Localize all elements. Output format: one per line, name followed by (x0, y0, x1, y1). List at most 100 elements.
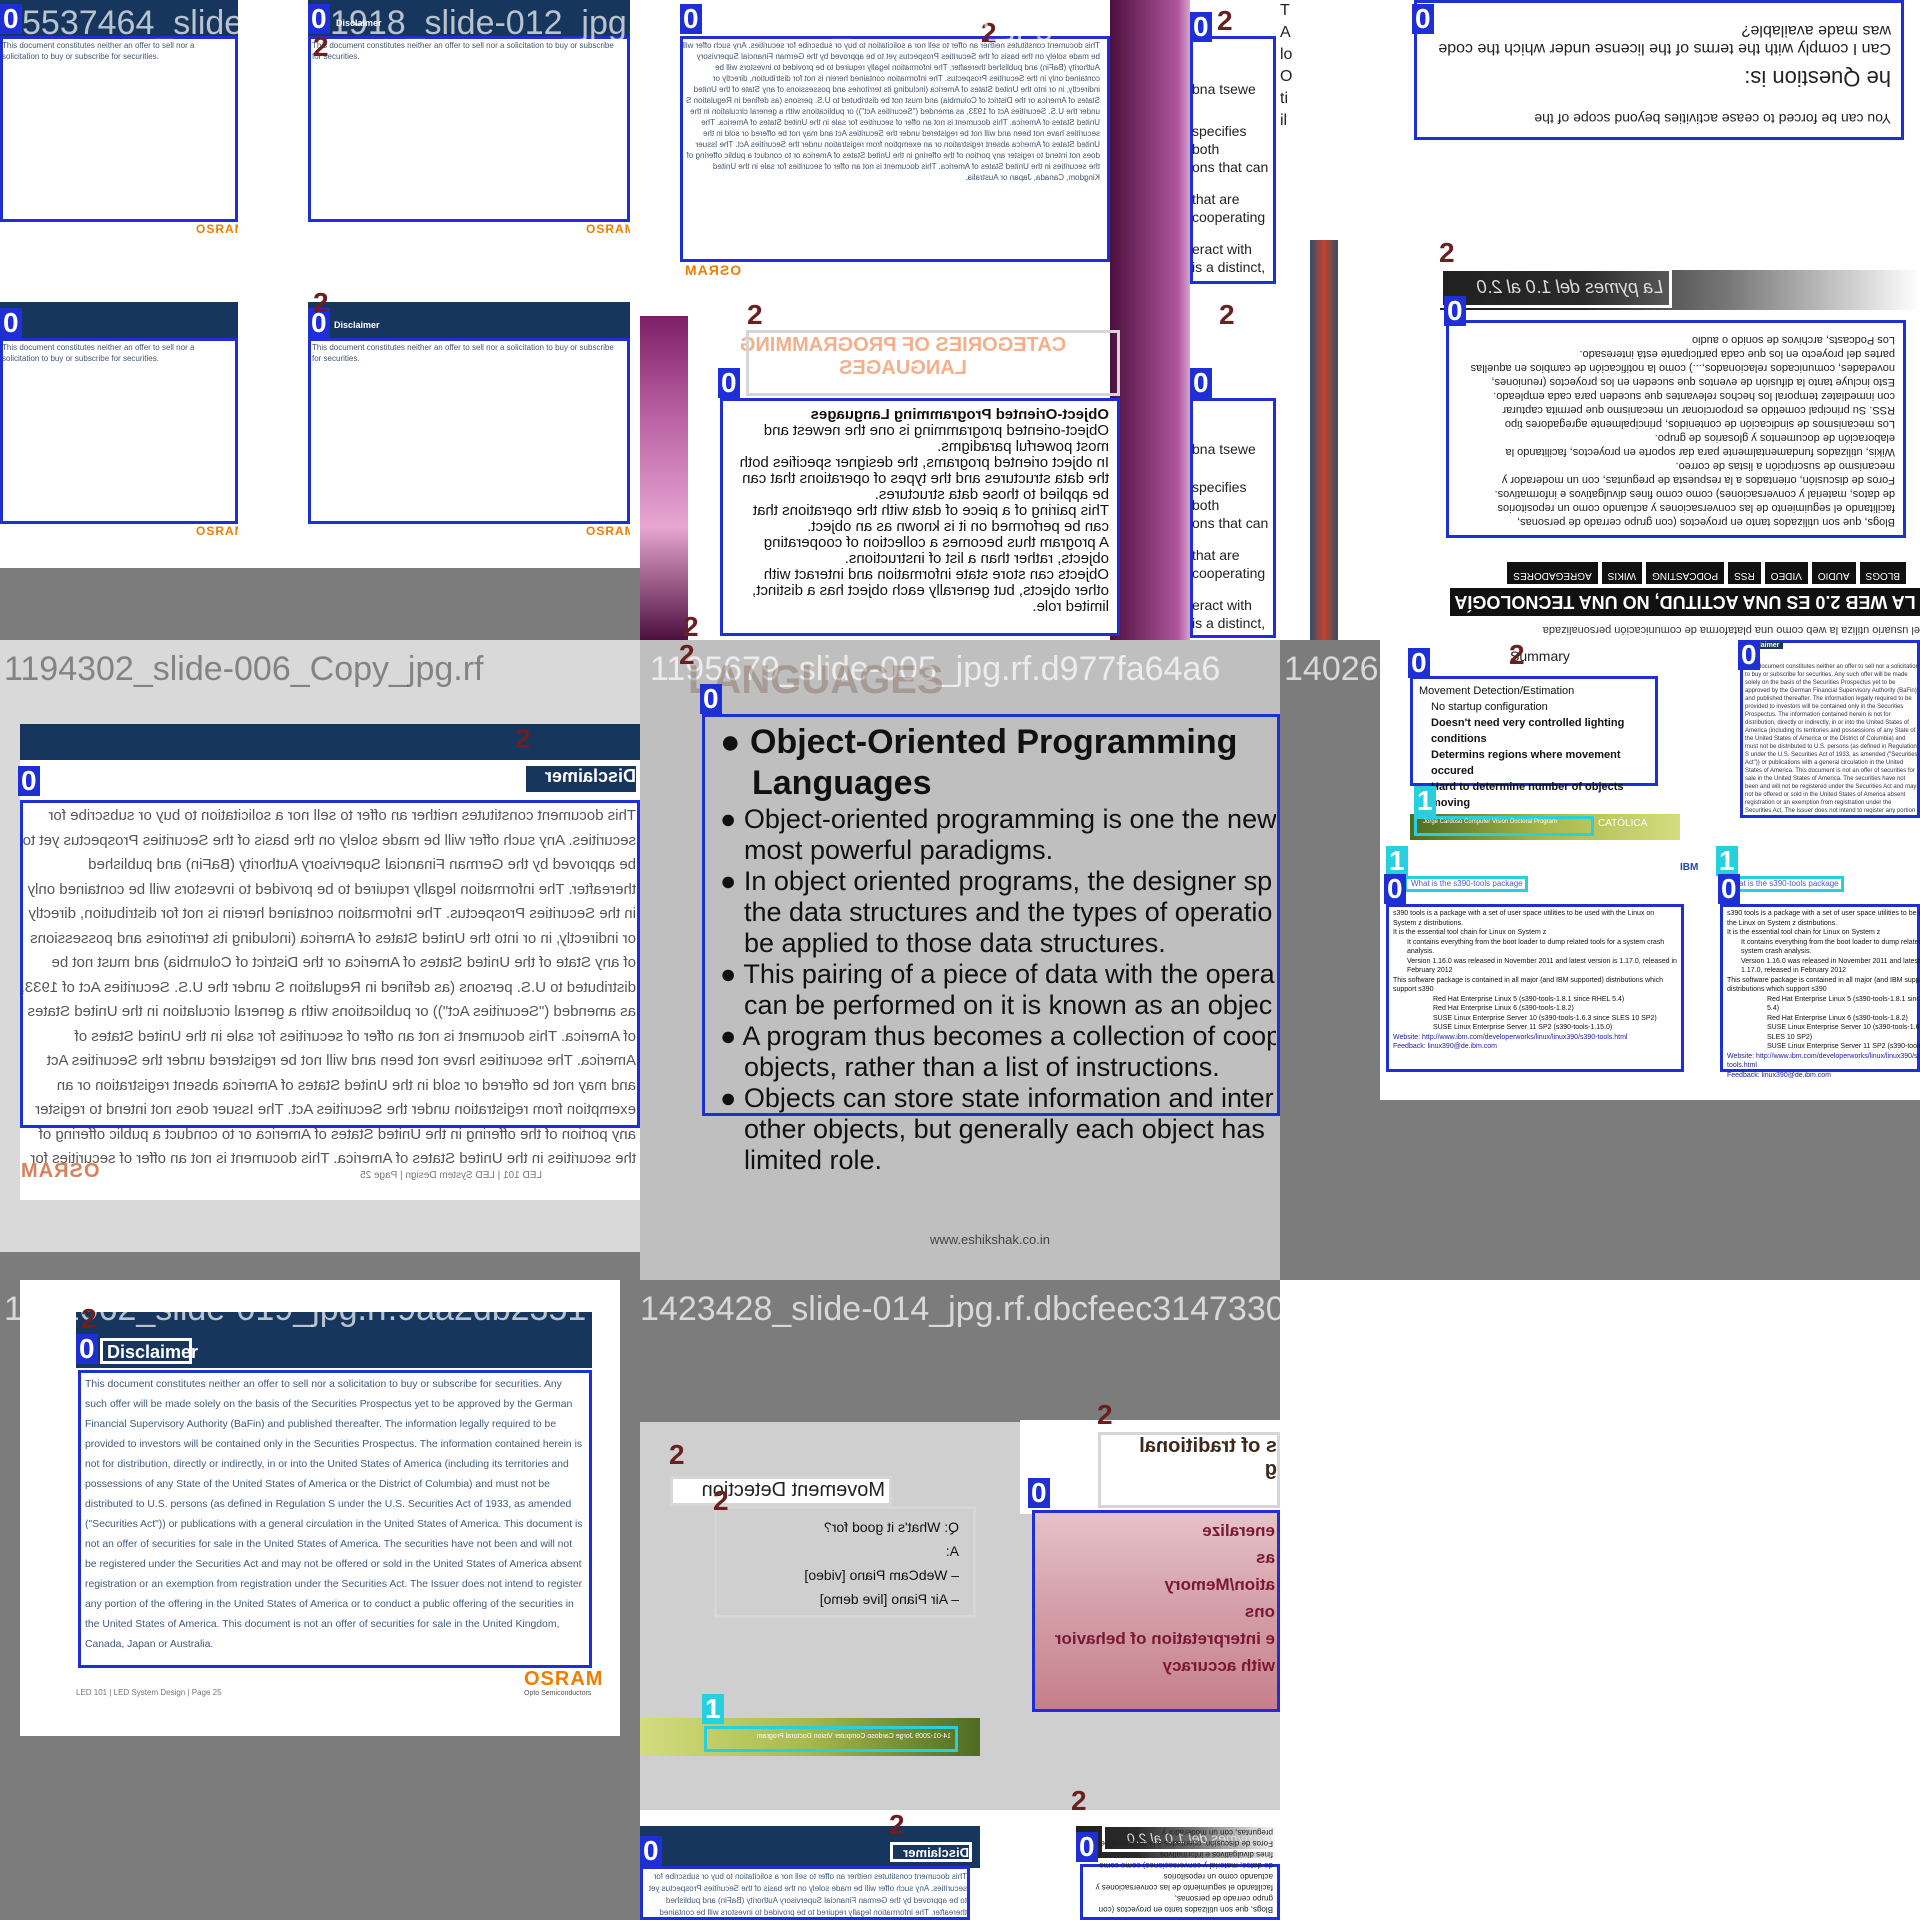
bbox-0: Movement Detection/Estimation No startup… (1410, 676, 1658, 809)
narrow-line: bna tsewe (1192, 441, 1256, 457)
media-button[interactable]: RSS (1728, 562, 1761, 584)
media-button[interactable]: PODCASTING (1646, 562, 1725, 584)
bullet-letter: A (1280, 24, 1291, 41)
tile-title: 1918_slide-012_jpg.rf.8d27e188 (330, 4, 640, 42)
s390-item: This software package is contained in al… (1727, 976, 1920, 994)
bullet-dot: ● (720, 959, 744, 989)
s390-item[interactable]: Website: http://www.ibm.com/developerwor… (1727, 1052, 1920, 1071)
bbox-0 (680, 36, 1110, 262)
media-button[interactable]: VIDEO (1764, 562, 1808, 584)
label-0: 0 (718, 368, 740, 398)
comp-text: Computer Vision Doctoral Program (1464, 819, 1557, 825)
disclaimer-title: Disclaimer (890, 1842, 972, 1862)
spanish-line: Esto incluye tanto la difusión de evento… (1491, 376, 1895, 388)
label-2: 2 (81, 1303, 97, 1334)
label-0: 0 (640, 1836, 662, 1866)
footer: LED 101 | LED System Design | Page 25 (360, 1170, 542, 1181)
oop-mirror-bullet: Object-Oriented Programming Languages (810, 406, 1109, 423)
banner-sub: el usuario utiliza la web como una plata… (1542, 624, 1920, 636)
oop-heading: ● Object-Oriented Programming (720, 722, 1276, 763)
label-0: 0 (1076, 1832, 1098, 1862)
tile-mirrored-disclaimer: 1194302_slide-006_Copy_jpg.rf Disclaimer… (0, 640, 640, 1280)
bullet-letter: O (1280, 68, 1293, 85)
tile-narrow-slide: 0 2 bna tsewe specifies both ons that ca… (1190, 0, 1280, 640)
oop-bullet-text: Object-oriented programming is one the n… (743, 804, 1276, 834)
s390-item: s390 tools is a package with a set of us… (1727, 910, 1920, 927)
oop-bullet-text: This pairing of a piece of data with the… (743, 959, 1275, 989)
label-2: 2 (679, 640, 695, 670)
summary-item: Determins regions where movement occured (1431, 749, 1621, 777)
tile-title: 1284669_slide-006_jpg.rf.f0f37 (700, 4, 1169, 42)
bbox-2 (746, 330, 1120, 396)
tile-programming-mirror: This document constitutes neither an off… (640, 0, 1280, 640)
s390-item[interactable]: Feedback: linux390@de.ibm.com (1727, 1071, 1920, 1081)
pink-text: eneralize as ation/Memory ons e interpre… (1039, 1517, 1275, 1679)
spanish-line: Blogs, que son utilizados tanto en proye… (1517, 516, 1895, 528)
bbox-0: This document constitutes neither an off… (78, 1370, 592, 1668)
media-button[interactable]: AUDIO (1811, 562, 1856, 584)
narrow-line: specifies both (1192, 479, 1247, 513)
narrow-line: eract with (1192, 597, 1252, 613)
narrow-line: ons that can (1192, 515, 1269, 531)
narrow-line: bna tsewe (1192, 81, 1256, 97)
osram-logo: OSRAM (524, 1668, 604, 1690)
pink-line: ation/Memory (1164, 1575, 1275, 1594)
narrow-line: cooperating (1192, 209, 1266, 225)
question-line: You can be forced to cease activities be… (1534, 111, 1891, 127)
s390-item: Red Hat Enterprise Linux 5 (s390-tools-1… (1433, 995, 1625, 1003)
footer: LED 101 | LED System Design | Page 25 (76, 1688, 222, 1697)
narrow-line: that are (1192, 547, 1240, 563)
spanish-line: elaboración de documentos y glosarios de… (1654, 432, 1895, 444)
oop-mirror-text: Object-Oriented Programming Languages Ob… (729, 406, 1109, 615)
media-button[interactable]: AGREGADORES (1507, 562, 1598, 584)
s390-list: s390 tools is a package with a set of us… (1727, 909, 1920, 1080)
tile-movement-detection: 1423428_slide-014_jpg.rf.dbcfeec31473301… (640, 1280, 1280, 1920)
date-text: 14-01-2009 (915, 1733, 951, 1740)
label-2: 2 (669, 1439, 685, 1470)
ibm-logo: IBM (1680, 862, 1699, 873)
label-1: 1 (1386, 846, 1408, 876)
osram-logo: OSRAM (586, 222, 630, 236)
s390-item[interactable]: Website: http://www.ibm.com/developerwor… (1393, 1033, 1679, 1043)
bbox-0: Blogs, que son utilizados tanto en proye… (1080, 1828, 1280, 1920)
s390-item[interactable]: Feedback: linux390@de.ibm.com (1393, 1042, 1679, 1052)
bbox-0 (308, 36, 630, 222)
s390-item: It is the essential tool chain for Linux… (1393, 929, 1547, 936)
oop-bullet-text: A program thus becomes a collection of c… (742, 1021, 1276, 1051)
disclaimer-title: Disclaimer (526, 766, 636, 792)
bullet-dot: ● (720, 1021, 743, 1051)
oop-bullets: ● Object-Oriented Programming Languages … (720, 722, 1276, 1176)
label-0: 0 (1444, 296, 1466, 326)
tile-spanish-web20: T A lo O ti il You can be forced to ceas… (1280, 0, 1920, 640)
label-2: 2 (1217, 5, 1233, 36)
oop-bullet: ● Object-oriented programming is one the… (720, 804, 1276, 835)
media-button[interactable]: BLOGS (1859, 562, 1906, 584)
bullet-dot: ● (720, 1083, 744, 1113)
bbox-0: s390 tools is a package with a set of us… (1720, 904, 1920, 1079)
narrow-line: eract with (1192, 241, 1252, 257)
s390-item: Red Hat Enterprise Linux 6 (s390-tools-1… (1767, 1014, 1908, 1022)
media-buttons: BLOGS AUDIO VIDEO RSS PODCASTING WIKIS A… (1456, 562, 1906, 584)
spanish-line: Los Podcasts, archivos de sonido o audio (1691, 334, 1895, 346)
label-1: 1 (702, 1694, 724, 1724)
pink-line: with accuracy (1162, 1656, 1275, 1675)
tile-summary-s390: 1402686_slide-026_jpg.rf.c Summary 2 Mov… (1280, 640, 1920, 1280)
narrow-line: specifies both (1192, 123, 1247, 157)
disclaimer-title: Disclaimer (100, 1338, 198, 1364)
s390-title: What is the s390-tools package (1727, 879, 1839, 888)
media-button[interactable]: WIKIS (1601, 562, 1643, 584)
oop-mirror-bullet: A program thus becomes a collection of c… (763, 534, 1109, 567)
mirror-paragraph: This document constitutes neither an off… (648, 1872, 967, 1917)
catolica-logo: CATÓLICA (1598, 818, 1648, 829)
summary-list: Movement Detection/Estimation No startup… (1419, 683, 1655, 811)
spanish-line: Foros de discusión, orientados a la resp… (1501, 474, 1895, 486)
bullet-letter: il (1280, 112, 1288, 129)
qa-line: A: (945, 1543, 959, 1559)
bbox-0: eneralize as ation/Memory ons e interpre… (1032, 1510, 1280, 1712)
s390-item: Red Hat Enterprise Linux 6 (s390-tools-1… (1433, 1005, 1574, 1012)
bbox-0: Blogs, que son utilizados tanto en proye… (1446, 320, 1906, 538)
tile-title: 1423428_slide-014_jpg.rf.dbcfeec31473301 (640, 1290, 1280, 1328)
oop-mirror-bullet: In object oriented programs, the designe… (739, 454, 1109, 503)
label-1: 1 (1414, 786, 1436, 816)
tile-disclaimer-19: 1421062_slide-019_jpg.rf.9aa2db2351 Disc… (0, 1280, 640, 1920)
